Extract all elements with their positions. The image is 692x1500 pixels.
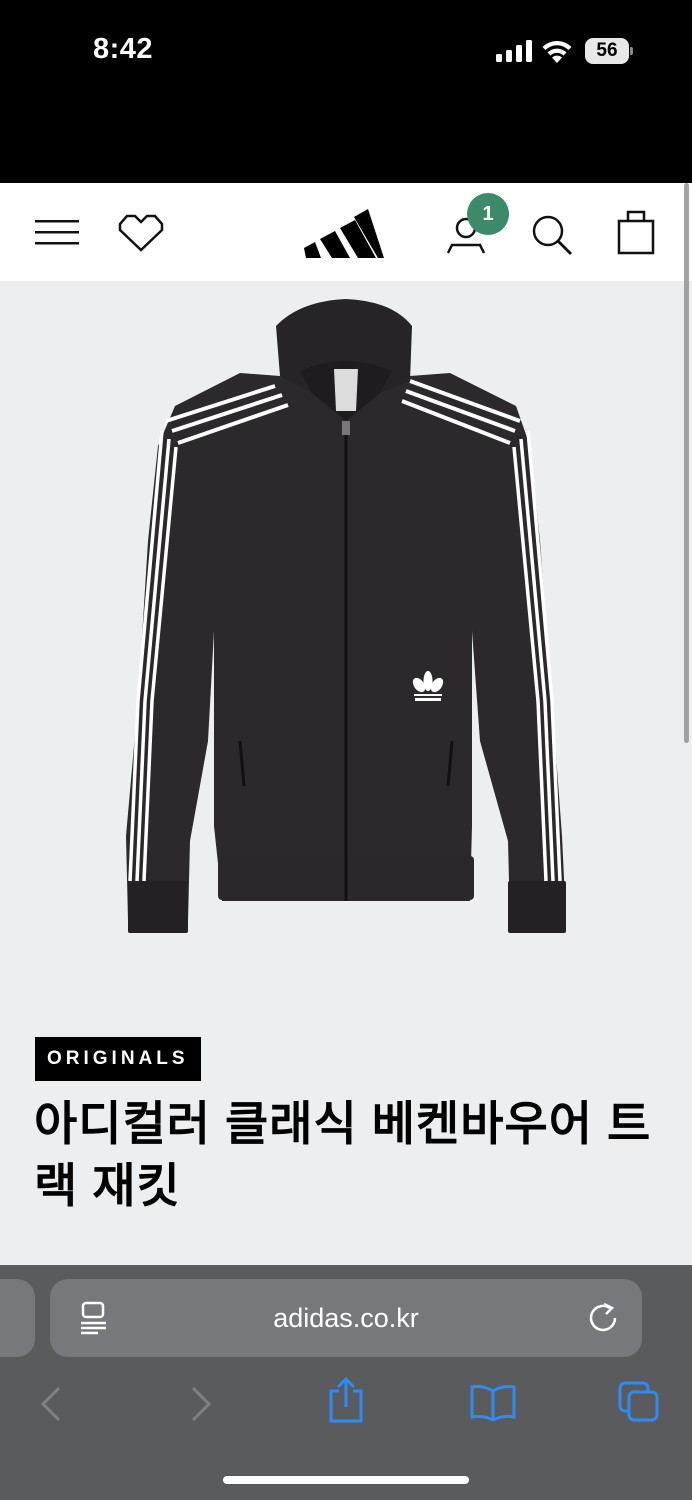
back-icon[interactable]	[38, 1385, 64, 1423]
address-bar[interactable]: adidas.co.kr	[50, 1279, 642, 1357]
product-image[interactable]	[0, 281, 692, 1021]
adidas-logo[interactable]	[302, 204, 388, 258]
status-bar: 8:42 56	[0, 0, 692, 183]
forward-icon[interactable]	[188, 1385, 214, 1423]
wifi-icon	[542, 40, 572, 63]
share-icon[interactable]	[326, 1377, 366, 1423]
cellular-signal-icon	[496, 40, 532, 62]
shopping-bag-icon[interactable]	[617, 209, 655, 255]
brand-badge: ORIGINALS	[35, 1037, 201, 1081]
battery-level: 56	[596, 40, 618, 61]
browser-toolbar: adidas.co.kr	[0, 1265, 692, 1500]
web-content: 1 ORIGINALS 아디컬러 클래식 베켄바우어 트랙 재킷	[0, 183, 692, 1265]
reload-icon[interactable]	[588, 1302, 620, 1334]
account-notification-badge: 1	[467, 193, 509, 235]
previous-tab-preview[interactable]	[0, 1279, 35, 1357]
url-text[interactable]: adidas.co.kr	[50, 1279, 642, 1357]
home-indicator[interactable]	[223, 1476, 469, 1484]
bookmarks-icon[interactable]	[470, 1383, 516, 1421]
search-icon[interactable]	[530, 213, 574, 257]
product-title: 아디컬러 클래식 베켄바우어 트랙 재킷	[34, 1097, 652, 1212]
wishlist-heart-icon[interactable]	[116, 213, 166, 253]
menu-icon[interactable]	[35, 218, 79, 246]
site-header: 1	[0, 183, 692, 281]
tabs-icon[interactable]	[618, 1381, 660, 1423]
status-time: 8:42	[93, 33, 154, 65]
battery-icon: 56	[585, 38, 633, 64]
